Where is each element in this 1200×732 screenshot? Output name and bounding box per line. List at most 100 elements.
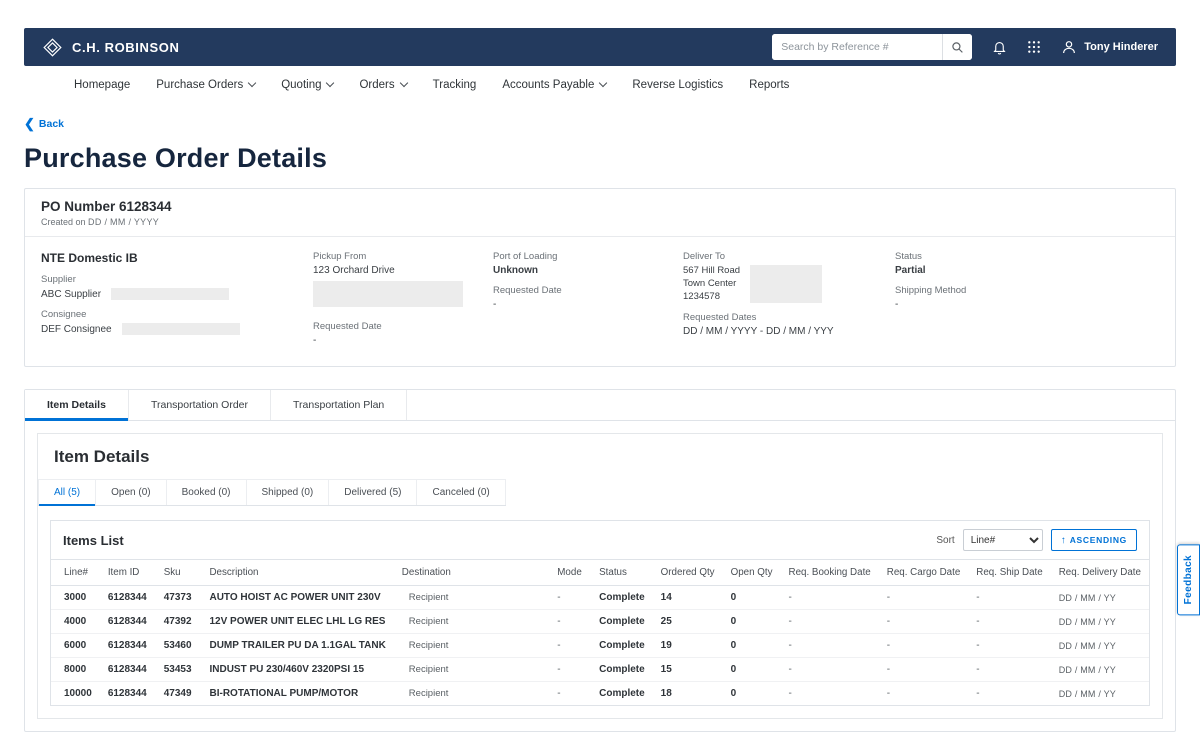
- cell-description: 12V POWER UNIT ELEC LHL LG RES: [201, 610, 393, 634]
- supplier-label: Supplier: [41, 274, 313, 285]
- nav-item-reverse-logistics[interactable]: Reverse Logistics: [632, 79, 723, 91]
- chevron-down-icon: [599, 79, 607, 87]
- cell-item-id: 6128344: [100, 658, 156, 682]
- pickup-requested-date-label: Requested Date: [313, 321, 493, 332]
- cell-open-qty: 0: [723, 658, 781, 682]
- status-label: Status: [895, 251, 1159, 262]
- column-header-ordered-qty: Ordered Qty: [653, 560, 723, 586]
- search-icon[interactable]: [942, 34, 972, 60]
- redacted-block: [111, 288, 229, 300]
- feedback-button[interactable]: Feedback: [1177, 544, 1200, 615]
- back-label: Back: [39, 118, 64, 130]
- chevron-down-icon: [248, 79, 256, 87]
- tab-transportation-plan[interactable]: Transportation Plan: [271, 390, 407, 420]
- nav-item-purchase-orders[interactable]: Purchase Orders: [156, 79, 255, 91]
- subtab-all-5[interactable]: All (5): [38, 479, 95, 505]
- brand-logo[interactable]: C.H. ROBINSON: [42, 37, 179, 58]
- column-header-req-ship-date: Req. Ship Date: [968, 560, 1050, 586]
- pickup-from-label: Pickup From: [313, 251, 493, 262]
- cell-description: DUMP TRAILER PU DA 1.1GAL TANK: [201, 634, 393, 658]
- subtab-canceled-0[interactable]: Canceled (0): [416, 479, 505, 505]
- cell-req-delivery-date: DD / MM / YY: [1051, 658, 1149, 682]
- cell-destination: Recipient: [394, 658, 549, 682]
- redacted-block: [122, 323, 240, 335]
- page-title: Purchase Order Details: [24, 143, 1176, 174]
- items-table-body: 3000612834447373AUTO HOIST AC POWER UNIT…: [51, 586, 1149, 706]
- cell-open-qty: 0: [723, 634, 781, 658]
- cell-sku: 47373: [156, 586, 202, 610]
- cell-destination: Recipient: [394, 634, 549, 658]
- created-on-value: DD / MM / YYYY: [88, 217, 159, 227]
- nav-item-reports[interactable]: Reports: [749, 79, 789, 91]
- deliver-to-address: 567 Hill Road Town Center 1234578: [683, 265, 740, 303]
- subtab-booked-0[interactable]: Booked (0): [166, 479, 246, 505]
- apps-grid-icon[interactable]: [1027, 40, 1041, 54]
- cell-line: 4000: [51, 610, 100, 634]
- subtab-open-0[interactable]: Open (0): [95, 479, 165, 505]
- user-avatar-icon: [1061, 39, 1077, 55]
- main-nav: Homepage Purchase Orders Quoting Orders Trac…: [24, 66, 1176, 104]
- status-filter-tabs: All (5)Open (0)Booked (0)Shipped (0)Deli…: [38, 479, 506, 506]
- subtab-shipped-0[interactable]: Shipped (0): [246, 479, 329, 505]
- nav-item-accounts-payable[interactable]: Accounts Payable: [502, 79, 606, 91]
- subtab-delivered-5[interactable]: Delivered (5): [328, 479, 416, 505]
- nav-item-tracking[interactable]: Tracking: [433, 79, 477, 91]
- user-menu[interactable]: Tony Hinderer: [1061, 39, 1158, 55]
- cell-mode: -: [549, 682, 591, 706]
- column-header-req-cargo-date: Req. Cargo Date: [879, 560, 969, 586]
- cell-req-cargo-date: -: [879, 682, 969, 706]
- cell-status: Complete: [591, 682, 653, 706]
- cell-ordered-qty: 14: [653, 586, 723, 610]
- cell-req-cargo-date: -: [879, 610, 969, 634]
- deliver-to-label: Deliver To: [683, 251, 895, 262]
- po-type: NTE Domestic IB: [41, 251, 313, 265]
- nav-item-label: Reverse Logistics: [632, 79, 723, 91]
- cell-req-booking-date: -: [781, 610, 879, 634]
- shipping-method-label: Shipping Method: [895, 285, 1159, 296]
- consignee-label: Consignee: [41, 309, 313, 320]
- nav-item-label: Purchase Orders: [156, 79, 243, 91]
- nav-item-homepage[interactable]: Homepage: [74, 79, 130, 91]
- created-on-label: Created on: [41, 217, 86, 227]
- cell-req-delivery-date: DD / MM / YY: [1051, 634, 1149, 658]
- table-row[interactable]: 6000612834453460DUMP TRAILER PU DA 1.1GA…: [51, 634, 1149, 658]
- cell-destination: Recipient: [394, 610, 549, 634]
- table-row[interactable]: 10000612834447349BI-ROTATIONAL PUMP/MOTO…: [51, 682, 1149, 706]
- requested-dates-value: DD / MM / YYYY - DD / MM / YYY: [683, 326, 895, 337]
- nav-item-quoting[interactable]: Quoting: [281, 79, 333, 91]
- nav-item-label: Quoting: [281, 79, 321, 91]
- main-content: ❮ Back Purchase Order Details PO Number …: [0, 104, 1200, 732]
- cell-req-booking-date: -: [781, 586, 879, 610]
- chevron-down-icon: [326, 79, 334, 87]
- cell-req-ship-date: -: [968, 658, 1050, 682]
- tab-transportation-order[interactable]: Transportation Order: [129, 390, 271, 420]
- shipping-method-value: -: [895, 299, 1159, 310]
- items-table-header-row: Line#Item IDSkuDescriptionDestinationMod…: [51, 560, 1149, 586]
- search-box: [772, 34, 972, 60]
- search-input[interactable]: [772, 34, 942, 60]
- cell-line: 8000: [51, 658, 100, 682]
- nav-item-orders[interactable]: Orders: [359, 79, 406, 91]
- back-link[interactable]: ❮ Back: [24, 118, 64, 130]
- cell-destination: Recipient: [394, 586, 549, 610]
- cell-sku: 53460: [156, 634, 202, 658]
- tab-item-details[interactable]: Item Details: [25, 390, 129, 420]
- table-row[interactable]: 8000612834453453INDUST PU 230/460V 2320P…: [51, 658, 1149, 682]
- nav-item-label: Accounts Payable: [502, 79, 594, 91]
- cell-destination: Recipient: [394, 682, 549, 706]
- sort-label: Sort: [936, 535, 954, 546]
- sort-direction-button[interactable]: ↑ ASCENDING: [1051, 529, 1137, 551]
- sort-select[interactable]: Line#: [963, 529, 1043, 551]
- column-header-req-booking-date: Req. Booking Date: [781, 560, 879, 586]
- cell-req-ship-date: -: [968, 634, 1050, 658]
- redacted-block: [750, 265, 822, 303]
- notifications-bell-icon[interactable]: [992, 40, 1007, 55]
- table-row[interactable]: 3000612834447373AUTO HOIST AC POWER UNIT…: [51, 586, 1149, 610]
- table-row[interactable]: 400061283444739212V POWER UNIT ELEC LHL …: [51, 610, 1149, 634]
- chevron-down-icon: [399, 79, 407, 87]
- po-summary-card: PO Number 6128344 Created on DD / MM / Y…: [24, 188, 1176, 367]
- nav-item-label: Tracking: [433, 79, 477, 91]
- cell-item-id: 6128344: [100, 610, 156, 634]
- column-header-description: Description: [201, 560, 393, 586]
- arrow-up-icon: ↑: [1061, 535, 1066, 546]
